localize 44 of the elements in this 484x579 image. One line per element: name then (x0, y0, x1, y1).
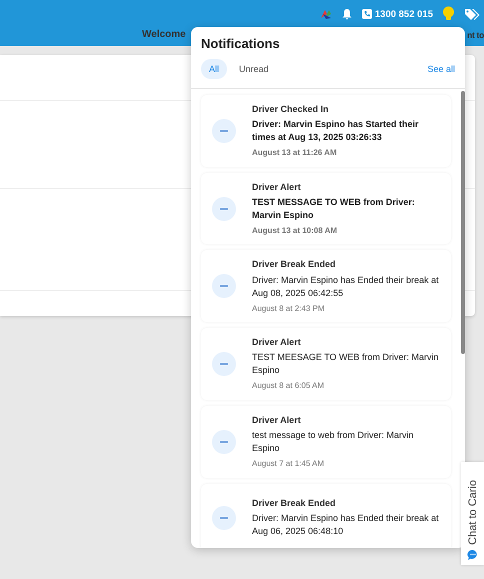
avatar-icon (212, 274, 236, 298)
filter-tab[interactable]: Unread (231, 59, 277, 79)
notification-message: Driver: Marvin Espino has Ended their break at Aug 06, 2025 06:48:10 (252, 512, 440, 538)
lightbulb-icon[interactable] (442, 6, 455, 22)
phone-icon (362, 9, 372, 19)
welcome-text: nt to (467, 30, 484, 40)
avatar-icon (212, 118, 236, 143)
notification-time: August 8 at 2:43 PM (252, 302, 326, 314)
chat-bubble-icon (466, 549, 478, 561)
notification-title: Driver Alert (252, 180, 302, 194)
notification-card[interactable]: Driver Break Ended Driver: Marvin Espino has Ended their break at Aug 06, 2025 06:48:10 (201, 484, 451, 548)
avatar-icon (212, 430, 236, 454)
chat-tab[interactable]: Chat to Cario (461, 462, 484, 565)
notification-time: August 13 at 11:26 AM (252, 147, 338, 159)
notification-card[interactable]: Driver Alert TEST MESSAGE TO WEB from Driver: Marvin Espino August 13 at 10:08 AM (201, 172, 451, 244)
tags-icon[interactable] (464, 8, 480, 20)
notification-card[interactable]: Driver Alert TEST MEESAGE TO WEB from Driver: Marvin Espino August 8 at 6:05 AM (201, 328, 451, 400)
notification-title: Driver Alert (252, 414, 302, 427)
notification-title: Driver Break Ended (252, 497, 337, 510)
notification-message: TEST MESSAGE TO WEB from Driver: Marvin Espino (252, 196, 416, 222)
notification-title: Driver Checked In (252, 103, 330, 116)
notification-time: August 7 at 1:45 AM (252, 458, 326, 470)
notification-time: August 13 at 10:08 AM (252, 224, 338, 236)
logo-icon[interactable] (320, 8, 332, 20)
avatar-icon (212, 352, 236, 376)
chat-label: Chat to Cario (466, 480, 478, 545)
notification-title: Driver Break Ended (252, 258, 337, 272)
phone-number: 1300 852 015 (374, 8, 433, 20)
avatar-icon (212, 196, 236, 221)
notification-card[interactable]: Driver Checked In Driver: Marvin Espino has Started their times at Aug 13, 2025 03:26:33 August 13 at 11:26 AM (201, 95, 451, 167)
notification-card[interactable]: Driver Break Ended Driver: Marvin Espino has Ended their break at Aug 08, 2025 06:42:55 August 8 at 2:43 PM (201, 250, 451, 322)
avatar-icon (212, 506, 236, 530)
panel-title: Notifications (200, 35, 281, 51)
notification-message: Driver: Marvin Espino has Ended their break at Aug 08, 2025 06:42:55 (252, 274, 440, 300)
see-all-link[interactable]: See all (427, 64, 455, 74)
notification-title: Driver Alert (252, 336, 302, 350)
notification-card[interactable]: Driver Alert test message to web from Driver: Marvin Espino August 7 at 1:45 AM (201, 406, 451, 478)
scrollbar-thumb[interactable] (461, 91, 465, 354)
notification-message: TEST MEESAGE TO WEB from Driver: Marvin Espino (252, 351, 440, 378)
bell-icon[interactable] (340, 8, 353, 20)
welcome-text: Welcome (142, 29, 186, 40)
notification-time: August 8 at 6:05 AM (252, 380, 326, 392)
notification-message: test message to web from Driver: Marvin Espino (252, 428, 415, 456)
notification-message: Driver: Marvin Espino has Started their times at Aug 13, 2025 03:26:33 (252, 118, 420, 144)
